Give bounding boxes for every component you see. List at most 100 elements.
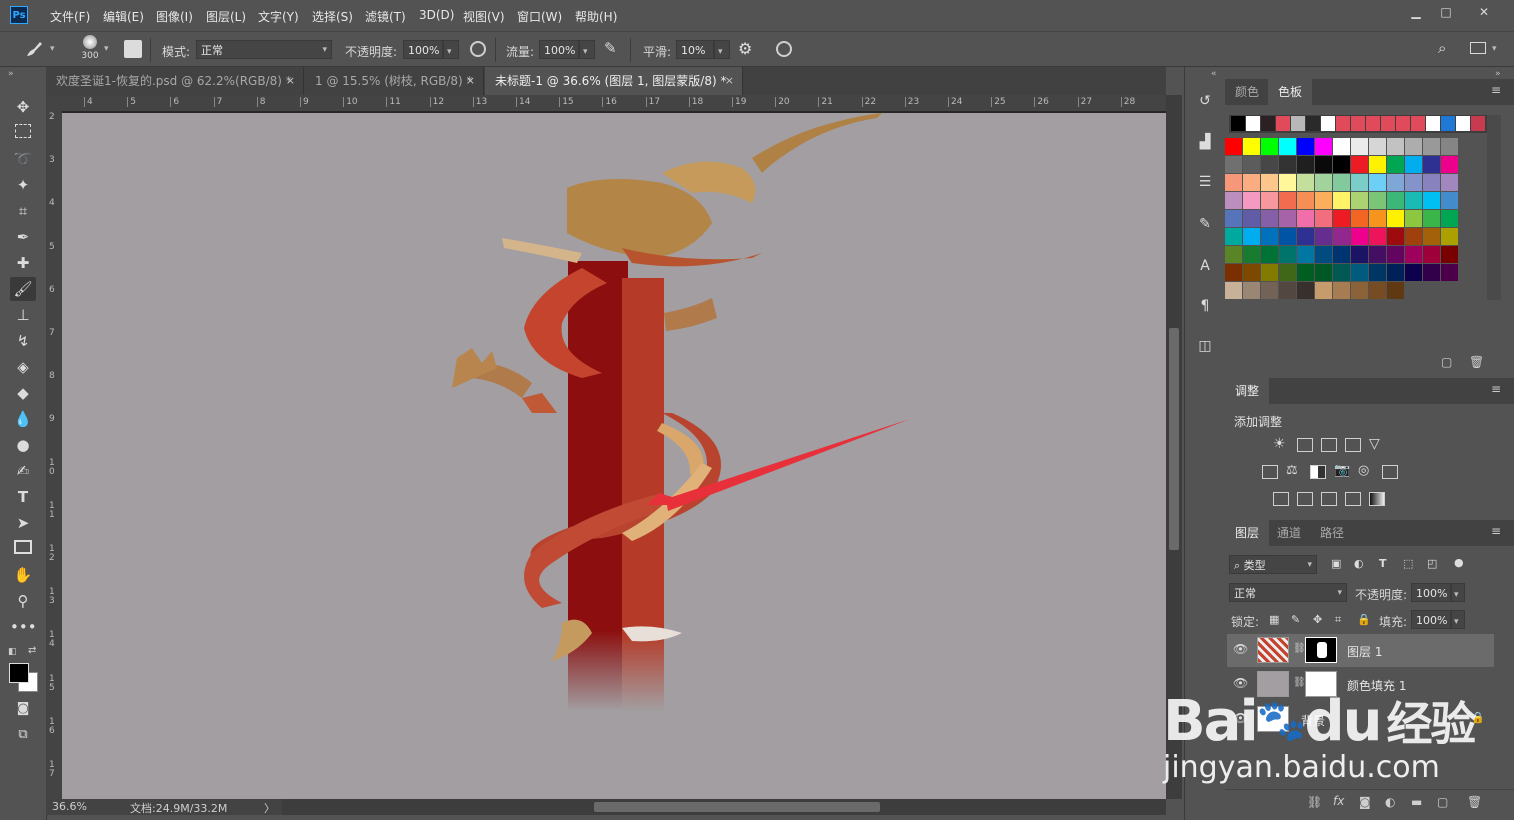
- swatch[interactable]: [1279, 246, 1296, 263]
- flow-input[interactable]: 100%: [539, 40, 579, 59]
- threshold-icon[interactable]: [1321, 492, 1337, 506]
- swatch[interactable]: [1243, 210, 1260, 227]
- swatch[interactable]: [1423, 138, 1440, 155]
- swatch[interactable]: [1231, 116, 1245, 131]
- swatch[interactable]: [1387, 174, 1404, 191]
- tab-color[interactable]: 颜色: [1225, 79, 1269, 105]
- filter-adjustment-icon[interactable]: ◐: [1354, 557, 1364, 570]
- swatch[interactable]: [1279, 138, 1296, 155]
- collapse-icon[interactable]: »: [1495, 69, 1501, 79]
- swatch[interactable]: [1405, 264, 1422, 281]
- swatch[interactable]: [1297, 210, 1314, 227]
- trash-icon[interactable]: 🗑: [1469, 355, 1484, 369]
- swatch[interactable]: [1369, 246, 1386, 263]
- swatch[interactable]: [1243, 138, 1260, 155]
- swatch[interactable]: [1423, 156, 1440, 173]
- hand-tool-icon[interactable]: ✋: [10, 563, 36, 587]
- menu-file[interactable]: 文件(F): [50, 8, 90, 25]
- menu-window[interactable]: 窗口(W): [517, 8, 562, 25]
- swatch[interactable]: [1225, 192, 1242, 209]
- properties-icon[interactable]: ☰: [1193, 170, 1217, 194]
- swatch[interactable]: [1261, 264, 1278, 281]
- swatch[interactable]: [1369, 156, 1386, 173]
- blend-mode-select[interactable]: 正常 ▾: [1229, 583, 1347, 602]
- gear-icon[interactable]: ⚙: [738, 39, 752, 58]
- tab-paths[interactable]: 路径: [1310, 520, 1354, 546]
- swatch[interactable]: [1333, 174, 1350, 191]
- swatch[interactable]: [1351, 264, 1368, 281]
- chevron-down-icon[interactable]: ▾: [50, 44, 55, 54]
- swatch[interactable]: [1261, 156, 1278, 173]
- swatch[interactable]: [1423, 228, 1440, 245]
- swatch[interactable]: [1261, 246, 1278, 263]
- tab-swatches[interactable]: 色板: [1268, 79, 1313, 105]
- lock-transparent-icon[interactable]: ▦: [1269, 613, 1279, 626]
- opacity-input[interactable]: 100%: [403, 40, 443, 59]
- swatch[interactable]: [1297, 264, 1314, 281]
- swatch[interactable]: [1333, 210, 1350, 227]
- brush-settings-icon[interactable]: ✎: [1193, 212, 1217, 236]
- swatch[interactable]: [1441, 156, 1458, 173]
- brush-panel-icon[interactable]: [124, 40, 142, 58]
- character-icon[interactable]: A: [1193, 254, 1217, 278]
- swatch[interactable]: [1279, 210, 1296, 227]
- swatch[interactable]: [1405, 138, 1422, 155]
- move-tool-icon[interactable]: ✥: [10, 95, 36, 119]
- swatch[interactable]: [1225, 228, 1242, 245]
- swatch[interactable]: [1471, 116, 1485, 131]
- swatch[interactable]: [1369, 264, 1386, 281]
- swatch[interactable]: [1261, 228, 1278, 245]
- swatch[interactable]: [1405, 192, 1422, 209]
- tab-channels[interactable]: 通道: [1267, 520, 1311, 546]
- lock-position-icon[interactable]: ✥: [1313, 613, 1322, 626]
- swatch[interactable]: [1246, 116, 1260, 131]
- minimize-button[interactable]: ▁: [1404, 4, 1428, 20]
- flow-dropdown[interactable]: ▾: [579, 40, 595, 59]
- swatch[interactable]: [1369, 228, 1386, 245]
- channelmixer-icon[interactable]: ◎: [1358, 463, 1369, 478]
- invert-icon[interactable]: [1273, 492, 1289, 506]
- swatch[interactable]: [1411, 116, 1425, 131]
- filter-toggle-icon[interactable]: ●: [1454, 556, 1464, 569]
- rectangle-tool-icon[interactable]: [10, 537, 36, 561]
- pen-tool-icon[interactable]: ✍: [10, 459, 36, 483]
- swatch[interactable]: [1441, 228, 1458, 245]
- histogram-icon[interactable]: ▟: [1193, 130, 1217, 154]
- swatch[interactable]: [1351, 246, 1368, 263]
- screen-mode-icon[interactable]: ⧉: [10, 723, 36, 747]
- fill-input[interactable]: 100%: [1411, 610, 1451, 629]
- new-layer-icon[interactable]: ▢: [1437, 795, 1448, 809]
- swatch[interactable]: [1279, 156, 1296, 173]
- swatch[interactable]: [1369, 282, 1386, 299]
- swatch[interactable]: [1315, 156, 1332, 173]
- swatch[interactable]: [1387, 192, 1404, 209]
- swatch[interactable]: [1351, 138, 1368, 155]
- swatch[interactable]: [1297, 246, 1314, 263]
- layer-mask-thumbnail[interactable]: [1305, 637, 1337, 663]
- smooth-dropdown[interactable]: ▾: [714, 40, 730, 59]
- dodge-tool-icon[interactable]: ●: [10, 433, 36, 457]
- collapse-icon[interactable]: »: [8, 69, 14, 79]
- chevron-down-icon[interactable]: ▾: [1492, 44, 1497, 54]
- swatch[interactable]: [1387, 138, 1404, 155]
- menu-type[interactable]: 文字(Y): [258, 8, 299, 25]
- swatch[interactable]: [1225, 210, 1242, 227]
- swatch[interactable]: [1243, 282, 1260, 299]
- menu-view[interactable]: 视图(V): [463, 8, 505, 25]
- swatch[interactable]: [1333, 246, 1350, 263]
- new-group-icon[interactable]: ▬: [1411, 795, 1422, 809]
- menu-layer[interactable]: 图层(L): [206, 8, 246, 25]
- selectivecolor-icon[interactable]: [1345, 492, 1361, 506]
- pressure-opacity-icon[interactable]: [470, 41, 486, 57]
- zoom-tool-icon[interactable]: ⚲: [10, 589, 36, 613]
- vibrance-icon[interactable]: ▽: [1369, 436, 1380, 452]
- swatch[interactable]: [1297, 156, 1314, 173]
- curves-icon[interactable]: [1321, 438, 1337, 452]
- swatch[interactable]: [1291, 116, 1305, 131]
- swatch[interactable]: [1261, 116, 1275, 131]
- workspace-icon[interactable]: [1470, 42, 1486, 54]
- swatch[interactable]: [1225, 282, 1242, 299]
- swatch[interactable]: [1387, 228, 1404, 245]
- filter-shape-icon[interactable]: ⬚: [1403, 557, 1413, 570]
- swatch[interactable]: [1441, 174, 1458, 191]
